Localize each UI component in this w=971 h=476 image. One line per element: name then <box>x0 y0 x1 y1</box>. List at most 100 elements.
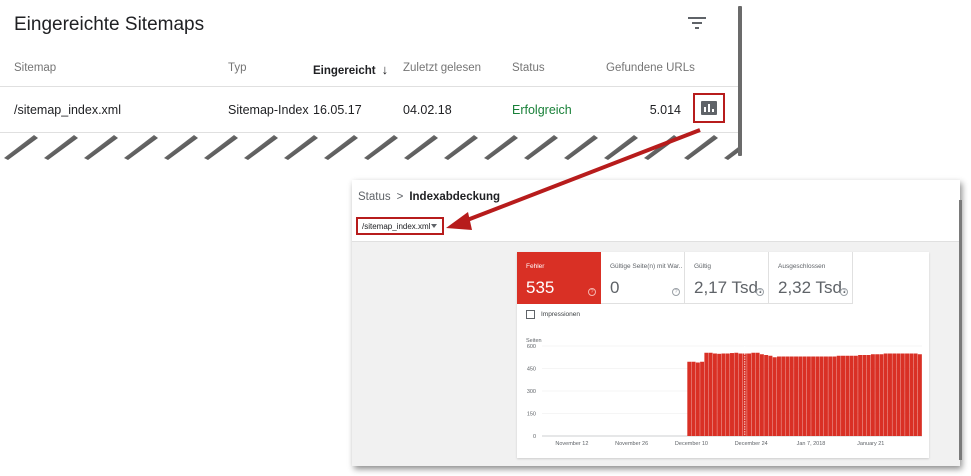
chart-bar <box>759 354 764 436</box>
sitemap-filter-value: /sitemap_index.xml <box>362 222 431 231</box>
column-header-submitted-label: Eingereicht <box>313 65 376 77</box>
y-tick-label: 0 <box>533 434 536 440</box>
tile-label: Gültige Seite(n) mit War... <box>610 263 682 270</box>
table-row-torn <box>0 134 738 160</box>
x-tick-label: January 21 <box>857 441 884 447</box>
x-tick-label: November 26 <box>615 441 648 447</box>
chart-bar <box>896 353 901 436</box>
x-tick-label: November 12 <box>555 441 588 447</box>
breadcrumb: Status > Indexabdeckung <box>358 191 500 203</box>
chart-bar <box>798 356 803 436</box>
help-icon[interactable]: ? <box>672 288 680 296</box>
submitted-date: 16.05.17 <box>313 103 362 117</box>
scroll-edge <box>738 6 742 156</box>
chart-bar <box>708 352 713 436</box>
column-header-type[interactable]: Typ <box>228 62 247 74</box>
tile-valid-with-warnings[interactable]: Gültige Seite(n) mit War... 0 ? <box>601 252 685 304</box>
chart-bar <box>687 361 692 436</box>
coverage-card: Fehler 535 ? Gültige Seite(n) mit War...… <box>517 252 929 458</box>
chart-bar <box>819 356 824 436</box>
tile-errors[interactable]: Fehler 535 ? <box>517 252 601 304</box>
submitted-sitemaps-card: Eingereichte Sitemaps Sitemap Typ Einger… <box>0 0 742 160</box>
open-report-button[interactable] <box>693 93 725 123</box>
y-tick-label: 600 <box>527 344 536 350</box>
tile-value: 2,32 Tsd. <box>778 278 847 297</box>
column-header-sitemap[interactable]: Sitemap <box>14 62 56 74</box>
tear-mark <box>524 135 558 160</box>
found-urls-count: 5.014 <box>649 103 681 117</box>
sitemap-path[interactable]: /sitemap_index.xml <box>14 103 121 117</box>
chart-bar <box>815 356 820 436</box>
chart-bar <box>853 355 858 436</box>
column-header-found-urls[interactable]: Gefundene URLs <box>606 62 695 74</box>
tear-mark <box>124 135 158 160</box>
x-tick-label: December 10 <box>675 441 708 447</box>
chart-bar <box>841 355 845 436</box>
column-header-submitted[interactable]: Eingereicht ↓ <box>313 62 388 77</box>
tear-mark <box>724 147 738 160</box>
chart-bar <box>772 357 777 436</box>
column-header-last-read[interactable]: Zuletzt gelesen <box>403 62 481 74</box>
help-icon[interactable]: ? <box>756 288 764 296</box>
y-tick-label: 150 <box>527 412 536 418</box>
divider <box>0 132 738 133</box>
filter-icon[interactable] <box>686 14 708 30</box>
help-icon[interactable]: ? <box>588 288 596 296</box>
chart-bar <box>768 355 773 436</box>
chart-bar <box>917 354 922 436</box>
tear-mark <box>604 135 638 160</box>
chart-bar <box>905 353 910 436</box>
card-title: Eingereichte Sitemaps <box>14 14 205 35</box>
sitemap-filter-dropdown[interactable]: /sitemap_index.xml <box>356 217 444 235</box>
chart-bar <box>738 353 743 436</box>
chart-bar <box>887 353 892 436</box>
chart-bar <box>704 352 709 436</box>
tile-value: 2,17 Tsd. <box>694 278 763 297</box>
chart-bar <box>828 356 833 436</box>
help-icon[interactable]: ? <box>840 288 848 296</box>
tear-mark <box>364 135 398 160</box>
chart-bar <box>700 361 705 436</box>
tear-mark <box>204 135 238 160</box>
tile-valid[interactable]: Gültig 2,17 Tsd. ? <box>685 252 769 304</box>
chart-bar <box>695 362 700 436</box>
caret-down-icon <box>431 224 437 228</box>
chart-bar <box>794 356 799 436</box>
chart-bar <box>781 356 786 436</box>
impressions-checkbox[interactable]: Impressionen <box>526 310 580 319</box>
last-read-date: 04.02.18 <box>403 103 452 117</box>
y-tick-label: 450 <box>527 367 536 373</box>
breadcrumb-status[interactable]: Status <box>358 191 391 203</box>
chart-bar <box>866 355 871 436</box>
chart-bar <box>836 355 841 436</box>
x-tick-label: December 24 <box>735 441 768 447</box>
status-badge: Erfolgreich <box>512 103 572 117</box>
tear-mark <box>324 135 358 160</box>
breadcrumb-current: Indexabdeckung <box>409 191 501 203</box>
tile-value: 0 <box>610 278 620 297</box>
chart-bar <box>764 355 769 436</box>
chart-bar <box>811 356 816 436</box>
chart-bar <box>832 356 837 436</box>
tile-label: Fehler <box>526 263 545 270</box>
divider <box>0 86 738 87</box>
chart-bar <box>776 356 781 436</box>
tear-mark <box>684 135 718 160</box>
chart-bar <box>879 354 884 436</box>
impressions-label: Impressionen <box>541 311 581 319</box>
chart-bar <box>913 353 918 436</box>
chart-bar <box>717 353 722 436</box>
chart-bar <box>875 354 880 436</box>
tile-excluded[interactable]: Ausgeschlossen 2,32 Tsd. ? <box>769 252 853 304</box>
chart-bar <box>725 353 730 436</box>
chart-bar <box>721 353 726 436</box>
column-header-status[interactable]: Status <box>512 62 545 74</box>
tear-mark <box>244 135 278 160</box>
tear-mark <box>564 135 598 160</box>
chart-bar <box>909 353 914 436</box>
tear-mark <box>444 135 478 160</box>
panel-edge <box>959 200 962 460</box>
y-tick-label: 300 <box>527 389 536 395</box>
chart-bar <box>691 361 696 436</box>
chart-bar <box>900 353 905 436</box>
